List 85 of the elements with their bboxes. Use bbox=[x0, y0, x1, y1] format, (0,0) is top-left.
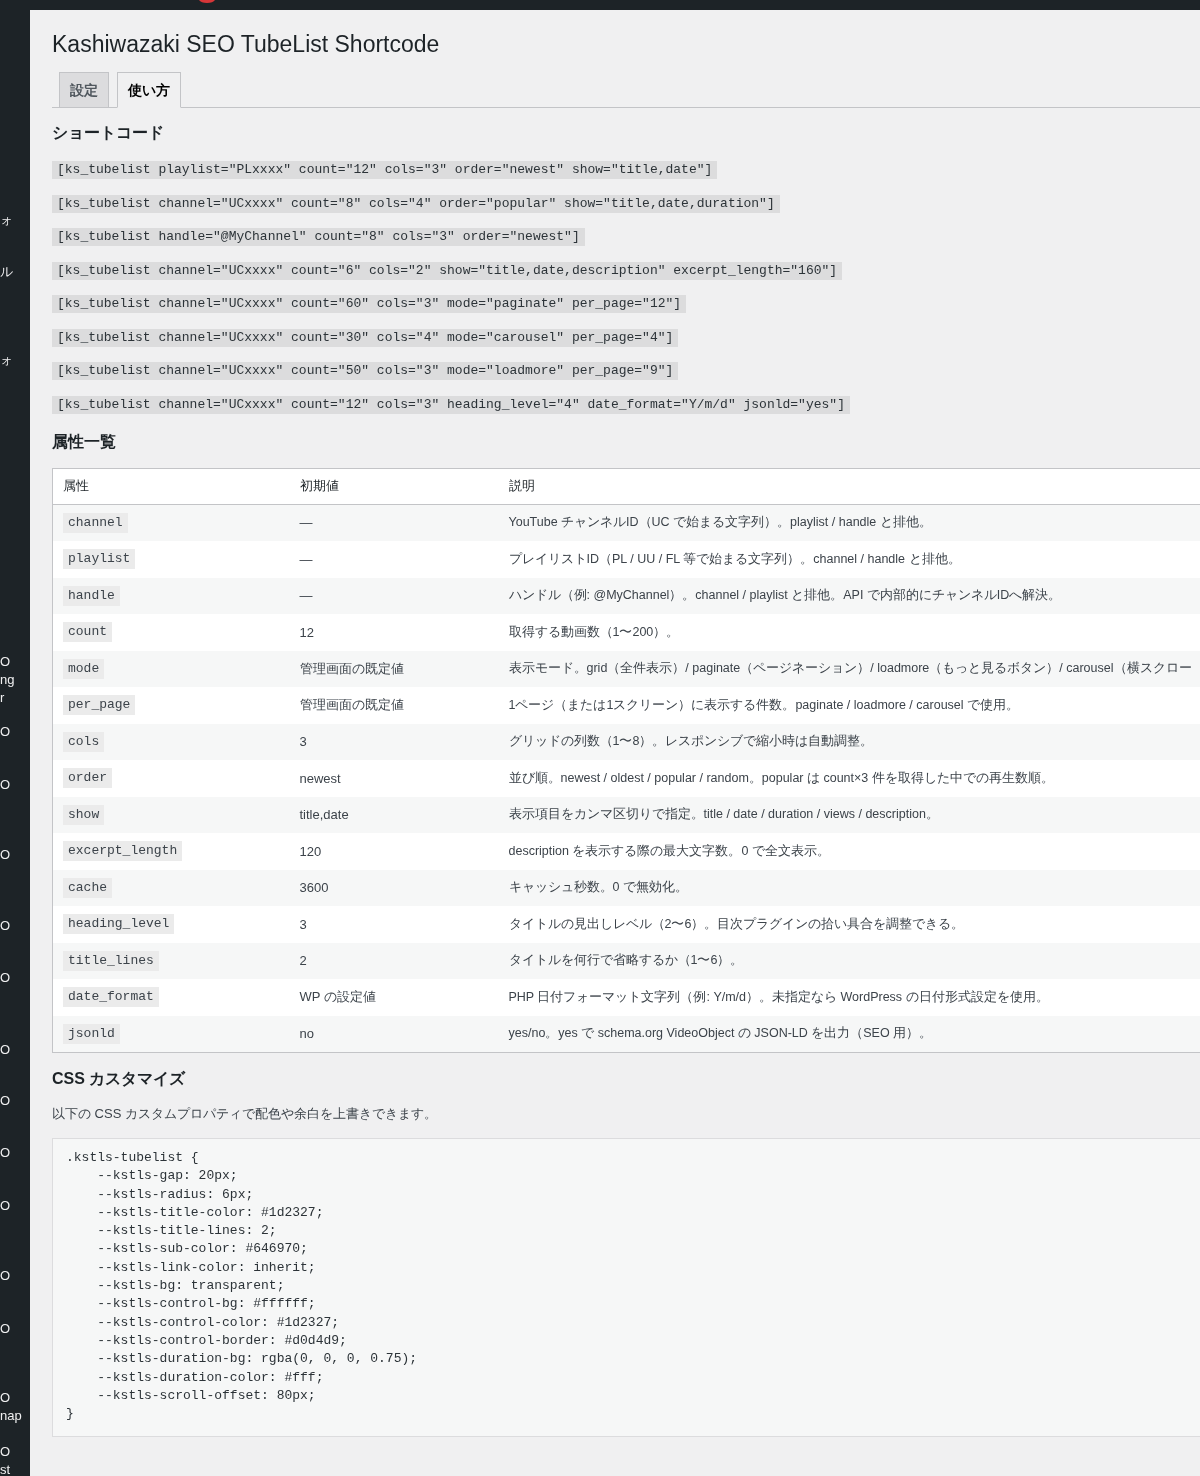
sidebar-menu-label[interactable]: ォ bbox=[0, 351, 13, 369]
sidebar-menu-label[interactable]: O bbox=[0, 1144, 11, 1162]
attribute-code: cache bbox=[63, 877, 112, 898]
shortcode-example: [ks_tubelist channel="UCxxxx" count="50" cols="3" mode="loadmore" per_page="9"] bbox=[52, 362, 679, 380]
sidebar-menu-label[interactable]: nap bbox=[0, 1407, 22, 1425]
table-cell: 1ページ（または1スクリーン）に表示する件数。paginate / loadmore / carousel で使用。 bbox=[498, 687, 1200, 724]
table-cell: グリッドの列数（1〜8）。レスポンシブで縮小時は自動調整。 bbox=[498, 723, 1200, 760]
table-cell: YouTube チャンネルID（UC で始まる文字列）。playlist / handle と排他。 bbox=[498, 504, 1200, 541]
sidebar-menu-label[interactable]: O bbox=[0, 1092, 11, 1110]
shortcode-example: [ks_tubelist channel="UCxxxx" count="8" cols="4" order="popular" show="title,date,duration"] bbox=[52, 194, 780, 213]
intro-text: 以下の CSS カスタムプロパティで配色や余白を上書きできます。 bbox=[52, 1105, 437, 1123]
table-cell: newest bbox=[289, 760, 499, 797]
table-cell: 並び順。newest / oldest / popular / random。popular は count×3 件を取得した中での再生数順。 bbox=[498, 760, 1200, 797]
table-cell: yes/no。yes で schema.org VideoObject の JSON-LD を出力（SEO 用）。 bbox=[498, 1015, 1200, 1053]
sidebar-menu-label[interactable]: O bbox=[0, 776, 11, 794]
attribute-code: cols bbox=[63, 731, 105, 752]
sidebar-menu-label[interactable]: st bbox=[0, 1461, 11, 1476]
table-cell: キャッシュ秒数。0 で無効化。 bbox=[498, 869, 1200, 906]
attribute-code: heading_level bbox=[63, 914, 175, 935]
tab[interactable]: 使い方 bbox=[117, 72, 181, 108]
table-cell: プレイリストID（PL / UU / FL 等で始まる文字列）。channel / handle と排他。 bbox=[498, 541, 1200, 578]
table-cell: タイトルの見出しレベル（2〜6）。目次プラグインの拾い具合を調整できる。 bbox=[498, 906, 1200, 943]
column-header: 初期値 bbox=[289, 468, 499, 504]
attribute-code: channel bbox=[63, 512, 128, 533]
sidebar-menu-label[interactable]: O bbox=[0, 1320, 11, 1338]
sidebar-menu-label[interactable]: O bbox=[0, 969, 11, 987]
sidebar-menu-label[interactable]: r bbox=[0, 689, 5, 707]
table-cell: — bbox=[289, 541, 499, 578]
sidebar-menu-label[interactable]: O bbox=[0, 846, 11, 864]
attribute-code: show bbox=[63, 804, 105, 825]
sidebar-menu-label[interactable]: O bbox=[0, 917, 11, 935]
table-cell: タイトルを何行で省略するか（1〜6）。 bbox=[498, 942, 1200, 979]
table-cell: 3 bbox=[289, 723, 499, 760]
attribute-code: excerpt_length bbox=[63, 841, 183, 862]
column-header: 説明 bbox=[498, 468, 1200, 504]
table-cell: 2 bbox=[289, 942, 499, 979]
shortcode-example: [ks_tubelist handle="@MyChannel" count="8" cols="3" order="newest"] bbox=[52, 228, 585, 246]
table-cell: PHP 日付フォーマット文字列（例: Y/m/d）。未指定なら WordPress の日付形式設定を使用。 bbox=[498, 979, 1200, 1016]
page-title: Kashiwazaki SEO TubeList Shortcode bbox=[52, 30, 440, 59]
sidebar-menu-label[interactable]: O bbox=[0, 1041, 11, 1059]
table-cell: 管理画面の既定値 bbox=[289, 687, 499, 724]
attribute-code: handle bbox=[63, 585, 120, 606]
sidebar-menu-label[interactable]: O bbox=[0, 1443, 11, 1461]
shortcode-example: [ks_tubelist channel="UCxxxx" count="12" cols="3" heading_level="4" date_format="Y/m/d" jsonld="yes"] bbox=[52, 395, 850, 414]
table-cell: ハンドル（例: @MyChannel）。channel / playlist と排他。API で内部的にチャンネルIDへ解決。 bbox=[498, 577, 1200, 614]
section-heading: 属性一覧 bbox=[52, 431, 116, 452]
table-cell: WP の設定値 bbox=[289, 979, 499, 1016]
shortcode-example: [ks_tubelist channel="UCxxxx" count="60" cols="3" mode="paginate" per_page="12"] bbox=[52, 295, 687, 313]
table-cell: no bbox=[289, 1015, 499, 1053]
table-cell: 12 bbox=[289, 614, 499, 651]
attribute-code: title_lines bbox=[63, 950, 159, 971]
sidebar-menu-label[interactable]: O bbox=[0, 1197, 11, 1215]
column-header: 属性 bbox=[52, 468, 290, 504]
table-cell: 3 bbox=[289, 906, 499, 943]
shortcode-example: [ks_tubelist channel="UCxxxx" count="30" cols="4" mode="carousel" per_page="4"] bbox=[52, 328, 679, 347]
table-cell: 取得する動画数（1〜200）。 bbox=[498, 614, 1200, 651]
table-cell: description を表示する際の最大文字数。0 で全文表示。 bbox=[498, 833, 1200, 870]
table-cell: 表示モード。grid（全件表示）/ paginate（ページネーション）/ loadmore（もっと見るボタン）/ carousel（横スクロー bbox=[498, 650, 1200, 687]
sidebar-menu-label[interactable]: O bbox=[0, 1267, 11, 1285]
shortcode-example: [ks_tubelist playlist="PLxxxx" count="12" cols="3" order="newest" show="title,date"] bbox=[52, 161, 718, 179]
table-cell: — bbox=[289, 504, 499, 541]
table-cell: — bbox=[289, 577, 499, 614]
attribute-code: date_format bbox=[63, 987, 159, 1008]
table-cell: title,date bbox=[289, 796, 499, 833]
attribute-code: playlist bbox=[63, 549, 136, 570]
sidebar-menu-label[interactable]: ル bbox=[0, 263, 13, 281]
sidebar-menu-label[interactable]: O bbox=[0, 653, 11, 671]
sidebar-menu-label[interactable]: O bbox=[0, 1389, 11, 1407]
table-cell: 表示項目をカンマ区切りで指定。title / date / duration / views / description。 bbox=[498, 796, 1200, 833]
attribute-code: per_page bbox=[63, 695, 136, 716]
sidebar-menu-label[interactable]: ォ bbox=[0, 211, 13, 229]
code-block: .kstls-tubelist { --kstls-gap: 20px; --kstls-radius: 6px; --kstls-title-color: #1d2327; --kstls-title-lines: 2; --kstls-sub-color: #646970; --kstls-link-color: inherit; --kstls-bg: transparent; --kstls-control-bg: #ffffff; --kstls-control-color: #1d2327; --kstls-control-border: #d0d4d9; --kstls-duration-bg: rgba(0, 0, 0, 0.75); --kstls-duration-color: #fff; --kstls-scroll-offset: 80px; } bbox=[52, 1138, 1200, 1438]
sidebar-menu-label[interactable]: O bbox=[0, 723, 11, 741]
section-heading: CSS カスタマイズ bbox=[52, 1069, 186, 1089]
section-heading: ショートコード bbox=[52, 123, 164, 143]
shortcode-example: [ks_tubelist channel="UCxxxx" count="6" cols="2" show="title,date,description" excerpt_length="160"] bbox=[52, 261, 843, 280]
attribute-code: mode bbox=[63, 658, 105, 679]
table-cell: 3600 bbox=[289, 869, 499, 906]
attribute-code: order bbox=[63, 768, 112, 789]
table-cell: 管理画面の既定値 bbox=[289, 650, 499, 687]
sidebar-menu-label[interactable]: ng bbox=[0, 671, 15, 689]
tab[interactable]: 設定 bbox=[59, 72, 109, 108]
table-cell: 120 bbox=[289, 833, 499, 870]
attribute-code: jsonld bbox=[63, 1023, 120, 1044]
attribute-code: count bbox=[63, 622, 112, 643]
